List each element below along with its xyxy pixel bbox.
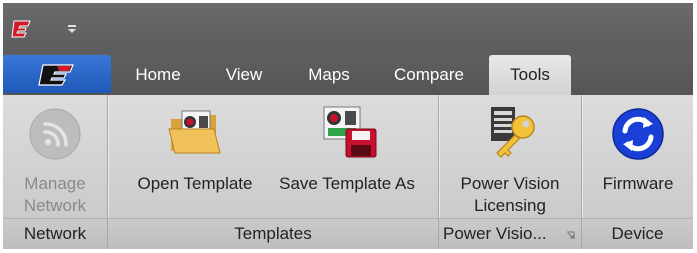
wifi-icon xyxy=(29,108,81,160)
manage-network-label-2: Network xyxy=(23,196,87,215)
tab-view[interactable]: View xyxy=(207,55,281,95)
application-window: Home View Maps Compare Tools Manage Netw… xyxy=(3,3,693,249)
dialog-launcher-icon[interactable] xyxy=(566,231,576,241)
licensing-label-1: Power Vision xyxy=(460,174,560,193)
app-logo-icon xyxy=(38,64,74,86)
group-label-device: Device xyxy=(582,218,693,249)
manage-network-button[interactable]: Manage Network xyxy=(3,101,107,217)
group-label-power-vision-text: Power Visio... xyxy=(443,224,547,243)
firmware-label: Firmware xyxy=(602,174,674,193)
group-templates: Open Template Save Template As Templates xyxy=(108,95,438,249)
refresh-icon xyxy=(612,108,664,160)
licensing-label-2: Licensing xyxy=(474,196,546,215)
open-template-button[interactable]: Open Template xyxy=(120,101,270,201)
folder-open-icon xyxy=(168,110,221,154)
quick-access-dropdown-icon[interactable] xyxy=(65,21,79,37)
group-power-vision: Power Vision Licensing Power Visio... xyxy=(439,95,581,249)
group-label-power-vision: Power Visio... xyxy=(439,218,581,249)
open-template-label: Open Template xyxy=(137,174,253,193)
group-device: Firmware Device xyxy=(582,95,693,249)
group-network: Manage Network Network xyxy=(3,95,107,249)
tab-home[interactable]: Home xyxy=(121,55,195,95)
manage-network-label-1: Manage xyxy=(24,174,86,193)
firmware-button[interactable]: Firmware xyxy=(586,101,690,201)
app-logo-icon[interactable] xyxy=(10,19,32,39)
save-template-as-label: Save Template As xyxy=(279,174,415,193)
tab-compare[interactable]: Compare xyxy=(377,55,481,95)
title-bar xyxy=(3,3,693,53)
save-template-as-button[interactable]: Save Template As xyxy=(270,101,424,201)
group-label-templates: Templates xyxy=(108,218,438,249)
save-as-icon xyxy=(323,106,377,158)
group-label-network: Network xyxy=(3,218,107,249)
key-icon xyxy=(491,107,535,158)
power-vision-licensing-button[interactable]: Power Vision Licensing xyxy=(443,101,577,217)
ribbon-panel: Manage Network Network Open Template Sav… xyxy=(3,95,693,249)
tab-tools[interactable]: Tools xyxy=(489,55,571,95)
file-menu-button[interactable] xyxy=(3,55,111,93)
tab-maps[interactable]: Maps xyxy=(293,55,365,95)
